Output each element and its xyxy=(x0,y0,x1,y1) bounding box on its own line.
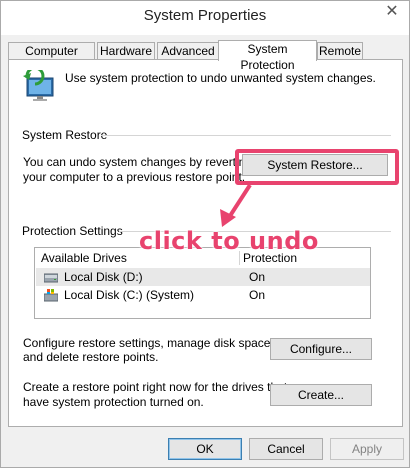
drive-row-c[interactable]: Local Disk (C:) (System) On xyxy=(36,286,370,304)
close-button[interactable]: ✕ xyxy=(377,1,407,23)
annotation-highlight-box xyxy=(235,149,399,185)
tab-hardware[interactable]: Hardware xyxy=(97,42,155,60)
intro-text: Use system protection to undo unwanted s… xyxy=(65,71,376,85)
tab-strip: Computer Name Hardware Advanced System P… xyxy=(8,40,409,74)
tab-system-protection[interactable]: System Protection xyxy=(218,40,317,72)
create-desc-line2: have system protection turned on. xyxy=(23,395,204,409)
protection-settings-group-label: Protection Settings xyxy=(22,224,127,238)
system-protection-icon xyxy=(23,70,54,101)
tab-remote[interactable]: Remote xyxy=(317,42,363,60)
tab-computer-name[interactable]: Computer Name xyxy=(8,42,95,74)
create-button[interactable]: Create... xyxy=(270,384,372,406)
system-restore-desc-line1: You can undo system changes by reverting xyxy=(23,155,253,169)
annotation-text: click to undo xyxy=(139,227,319,255)
create-desc-line1: Create a restore point right now for the… xyxy=(23,380,288,394)
drive-name: Local Disk (D:) xyxy=(64,270,143,284)
system-properties-window: System Properties ✕ Computer Name Hardwa… xyxy=(0,0,410,468)
annotation-arrow-icon xyxy=(220,183,252,227)
system-restore-desc-line2: your computer to a previous restore poin… xyxy=(23,170,246,184)
drive-row-d[interactable]: Local Disk (D:) On xyxy=(36,268,370,286)
drive-protection-status: On xyxy=(249,288,266,302)
drive-icon xyxy=(44,273,58,283)
system-restore-group-label: System Restore xyxy=(22,128,112,142)
drive-name: Local Disk (C:) (System) xyxy=(64,288,195,302)
drive-protection-status: On xyxy=(249,270,266,284)
window-title: System Properties xyxy=(143,7,267,24)
ok-button[interactable]: OK xyxy=(168,438,242,460)
system-drive-icon xyxy=(44,289,58,302)
divider xyxy=(101,135,391,136)
apply-button[interactable]: Apply xyxy=(330,438,404,460)
tab-advanced[interactable]: Advanced xyxy=(157,42,219,60)
configure-button[interactable]: Configure... xyxy=(270,338,372,360)
cancel-button[interactable]: Cancel xyxy=(249,438,323,460)
configure-desc-line1: Configure restore settings, manage disk … xyxy=(23,336,274,350)
configure-desc-line2: and delete restore points. xyxy=(23,350,159,364)
title-bar: System Properties ✕ xyxy=(1,1,409,35)
column-available-drives[interactable]: Available Drives xyxy=(41,248,127,268)
drives-list[interactable]: Available Drives Protection Local Disk (… xyxy=(34,247,371,319)
